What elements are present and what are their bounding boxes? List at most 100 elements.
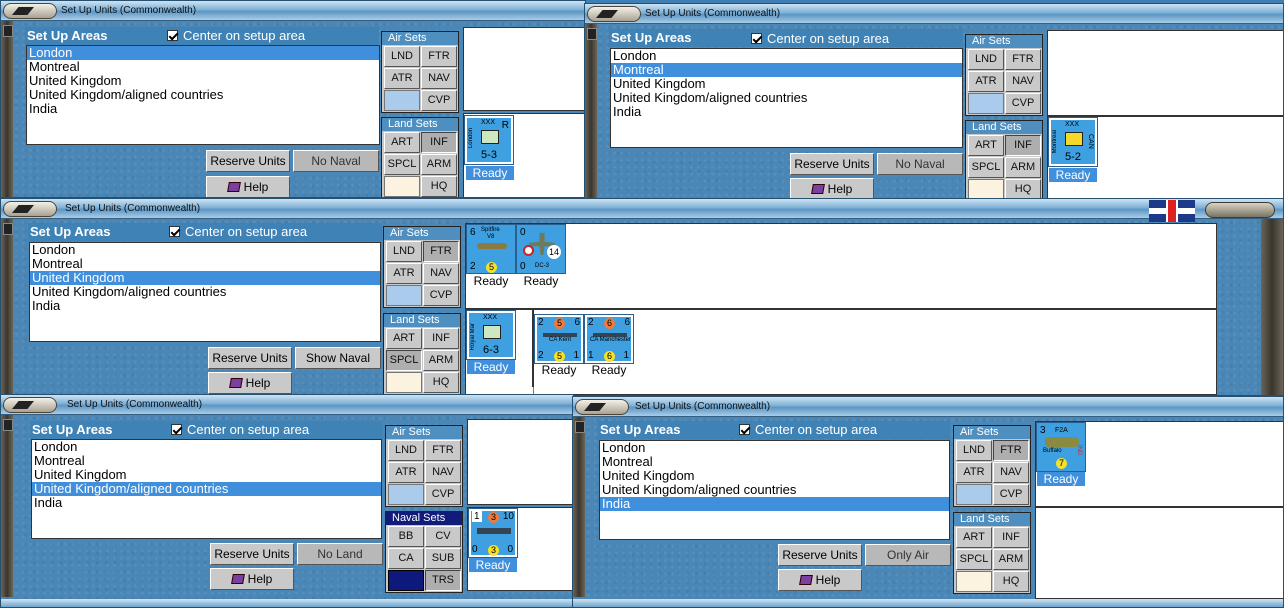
only-air-button[interactable]: Only Air <box>865 544 951 566</box>
help-button[interactable]: Help <box>210 568 294 590</box>
set-ftr[interactable]: FTR <box>425 440 461 461</box>
list-item[interactable]: London <box>611 49 962 63</box>
window-control-icon[interactable] <box>1205 202 1275 218</box>
set-bb[interactable]: BB <box>388 526 424 547</box>
window-menu-icon[interactable] <box>587 6 641 22</box>
list-item[interactable]: London <box>600 441 949 455</box>
list-item[interactable]: Montreal <box>27 60 379 74</box>
list-item[interactable]: Montreal <box>600 455 949 469</box>
no-land-button[interactable]: No Land <box>297 543 383 565</box>
reserve-units-button[interactable]: Reserve Units <box>790 153 874 175</box>
unit-counter-dc3[interactable]: 0 0 14 DC-3 <box>516 224 566 274</box>
set-nav[interactable]: NAV <box>421 68 457 89</box>
list-item[interactable]: United Kingdom/aligned countries <box>30 285 380 299</box>
center-on-setup-checkbox[interactable]: Center on setup area <box>169 224 307 240</box>
help-button[interactable]: Help <box>778 569 862 591</box>
set-ca[interactable]: CA <box>388 548 424 569</box>
unit-counter-buffalo[interactable]: 3 F2A Buffalo IND 7 <box>1036 422 1086 472</box>
set-inf[interactable]: INF <box>993 527 1029 548</box>
unit-counter[interactable]: XXX London R 5-3 <box>464 115 514 165</box>
list-item[interactable]: London <box>27 46 379 60</box>
window-menu-icon[interactable] <box>575 399 629 415</box>
set-spcl[interactable]: SPCL <box>968 157 1004 178</box>
list-item[interactable]: Montreal <box>32 454 381 468</box>
help-button[interactable]: Help <box>206 176 290 197</box>
set-arm[interactable]: ARM <box>421 154 457 175</box>
list-item[interactable]: United Kingdom/aligned countries <box>600 483 949 497</box>
reserve-units-button[interactable]: Reserve Units <box>208 347 292 369</box>
set-inf[interactable]: INF <box>421 132 457 153</box>
no-naval-button[interactable]: No Naval <box>293 150 379 172</box>
set-nav[interactable]: NAV <box>423 263 459 284</box>
set-hq[interactable]: HQ <box>993 571 1029 592</box>
set-atr[interactable]: ATR <box>388 462 424 483</box>
list-item[interactable]: United Kingdom/aligned countries <box>611 91 962 105</box>
list-item[interactable]: United Kingdom/aligned countries <box>27 88 379 102</box>
list-item[interactable]: Montreal <box>30 257 380 271</box>
help-button[interactable]: Help <box>208 372 292 394</box>
list-item[interactable]: United Kingdom <box>32 468 381 482</box>
set-art[interactable]: ART <box>956 527 992 548</box>
set-ftr[interactable]: FTR <box>423 241 459 262</box>
set-cvp[interactable]: CVP <box>425 484 461 505</box>
list-item[interactable]: United Kingdom <box>611 77 962 91</box>
set-ftr[interactable]: FTR <box>1005 49 1041 70</box>
set-lnd[interactable]: LND <box>968 49 1004 70</box>
list-item[interactable]: India <box>600 497 949 511</box>
center-on-setup-checkbox[interactable]: Center on setup area <box>739 422 877 438</box>
set-art[interactable]: ART <box>968 135 1004 156</box>
set-trs[interactable]: TRS <box>425 570 461 591</box>
window-menu-icon[interactable] <box>3 397 57 413</box>
set-lnd[interactable]: LND <box>386 241 422 262</box>
set-hq[interactable]: HQ <box>1005 179 1041 198</box>
set-nav[interactable]: NAV <box>425 462 461 483</box>
list-item[interactable]: India <box>611 105 962 119</box>
window-menu-icon[interactable] <box>3 201 57 217</box>
set-cvp[interactable]: CVP <box>993 484 1029 505</box>
center-on-setup-checkbox[interactable]: Center on setup area <box>751 31 889 47</box>
reserve-units-button[interactable]: Reserve Units <box>206 150 290 172</box>
help-button[interactable]: Help <box>790 178 874 198</box>
no-naval-button[interactable]: No Naval <box>877 153 963 175</box>
center-on-setup-checkbox[interactable]: Center on setup area <box>171 422 309 438</box>
list-item[interactable]: India <box>32 496 381 510</box>
set-lnd[interactable]: LND <box>388 440 424 461</box>
set-spcl[interactable]: SPCL <box>956 549 992 570</box>
list-item[interactable]: India <box>27 102 379 116</box>
setup-areas-list[interactable]: London Montreal United Kingdom United Ki… <box>29 242 381 342</box>
set-atr[interactable]: ATR <box>956 462 992 483</box>
list-item[interactable]: United Kingdom/aligned countries <box>32 482 381 496</box>
list-item[interactable]: United Kingdom <box>27 74 379 88</box>
center-on-setup-checkbox[interactable]: Center on setup area <box>167 28 305 44</box>
set-spcl[interactable]: SPCL <box>384 154 420 175</box>
set-arm[interactable]: ARM <box>1005 157 1041 178</box>
set-cv[interactable]: CV <box>425 526 461 547</box>
set-art[interactable]: ART <box>384 132 420 153</box>
unit-counter-ca-manchester[interactable]: 2 6 6 CA Manchester 1 6 1 <box>584 314 634 364</box>
set-cvp[interactable]: CVP <box>423 285 459 306</box>
set-nav[interactable]: NAV <box>1005 71 1041 92</box>
set-hq[interactable]: HQ <box>421 176 457 197</box>
list-item[interactable]: India <box>30 299 380 313</box>
set-nav[interactable]: NAV <box>993 462 1029 483</box>
setup-areas-list[interactable]: London Montreal United Kingdom United Ki… <box>26 45 380 145</box>
unit-counter-royal-marines[interactable]: XXX Royal Mar 6-3 <box>466 310 516 360</box>
set-cvp[interactable]: CVP <box>421 90 457 111</box>
set-arm[interactable]: ARM <box>423 350 459 371</box>
set-lnd[interactable]: LND <box>384 46 420 67</box>
set-art[interactable]: ART <box>386 328 422 349</box>
setup-areas-list[interactable]: London Montreal United Kingdom United Ki… <box>610 48 963 148</box>
reserve-units-button[interactable]: Reserve Units <box>210 543 294 565</box>
set-spcl[interactable]: SPCL <box>386 350 422 371</box>
set-sub[interactable]: SUB <box>425 548 461 569</box>
list-item[interactable]: United Kingdom <box>30 271 380 285</box>
list-item[interactable]: Montreal <box>611 63 962 77</box>
set-inf[interactable]: INF <box>423 328 459 349</box>
unit-counter-ca-kent[interactable]: 2 5 6 CA Kent 2 5 1 <box>534 314 584 364</box>
unit-counter-spitfire[interactable]: 6 Spitfire V8 2 5 <box>466 224 516 274</box>
list-item[interactable]: London <box>32 440 381 454</box>
set-atr[interactable]: ATR <box>386 263 422 284</box>
unit-counter[interactable]: XXX Montreal CAN 5-2 <box>1048 117 1098 167</box>
window-menu-icon[interactable] <box>3 3 57 19</box>
list-item[interactable]: United Kingdom <box>600 469 949 483</box>
